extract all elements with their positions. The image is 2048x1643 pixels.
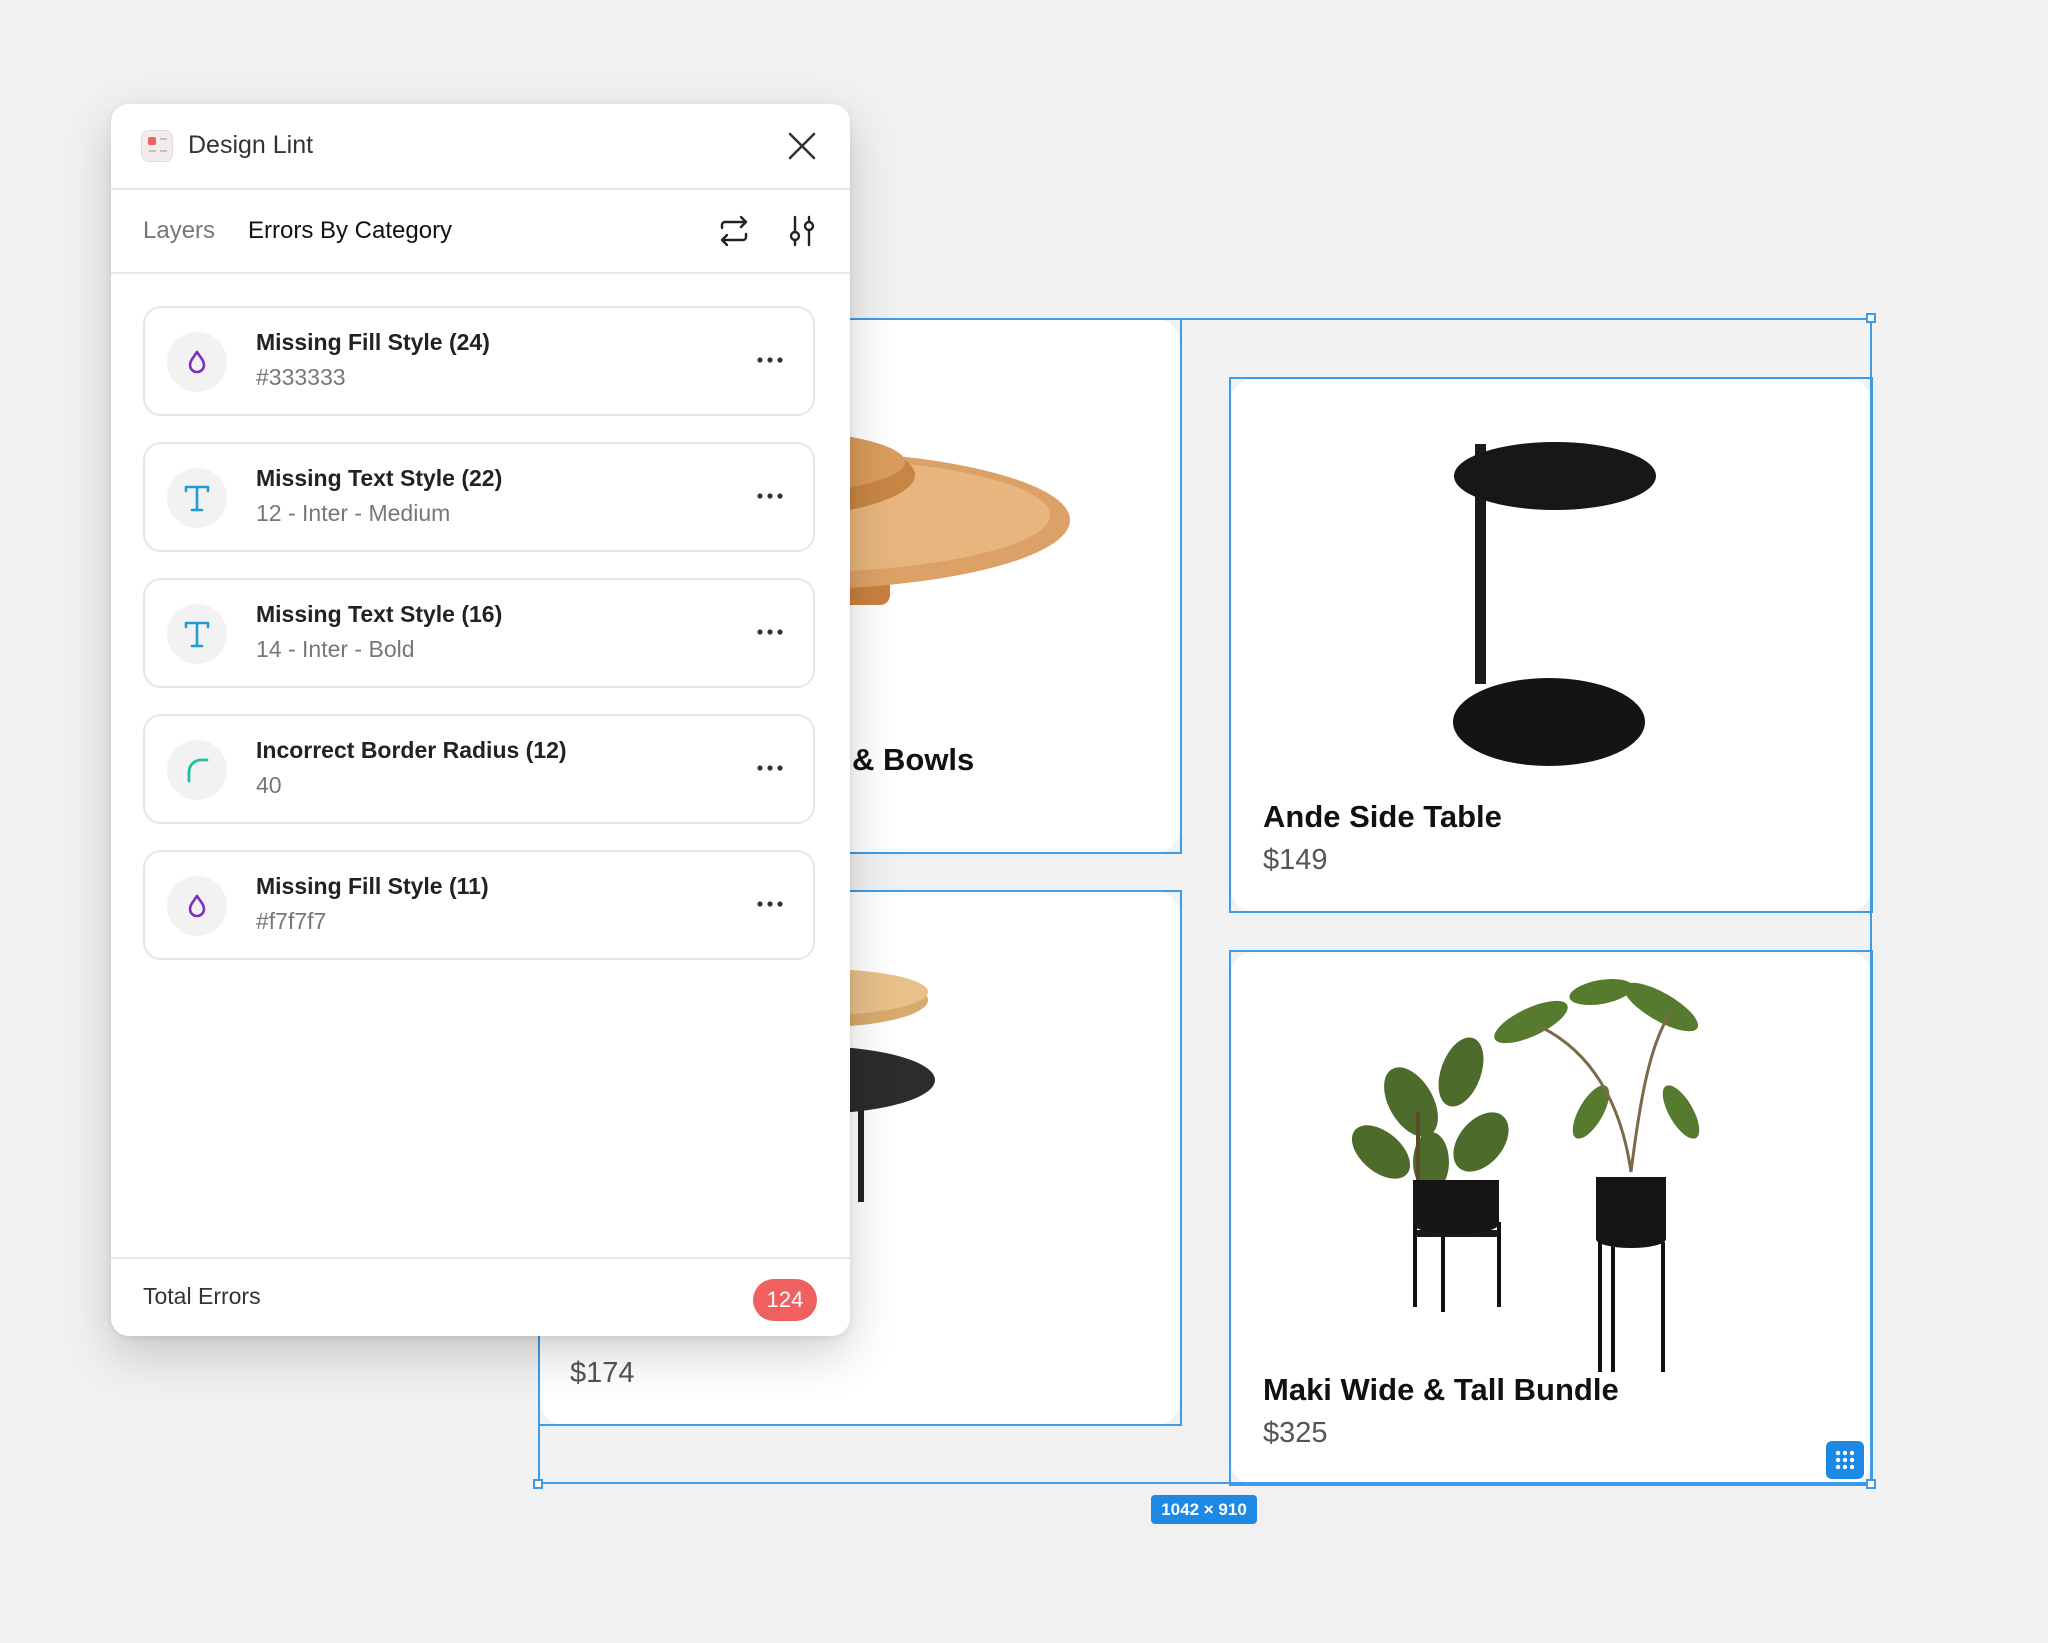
tab-errors-by-category[interactable]: Errors By Category	[248, 217, 452, 245]
more-options-button[interactable]	[755, 896, 785, 912]
grid-layout-button[interactable]	[1826, 1441, 1864, 1479]
selection-size-badge: 1042 × 910	[1151, 1495, 1257, 1524]
more-horizontal-icon	[757, 629, 783, 635]
design-lint-panel: Design Lint Layers Errors By Category Mi…	[111, 104, 850, 1336]
refresh-button[interactable]	[717, 214, 751, 248]
panel-header: Design Lint	[111, 104, 850, 190]
fill-drop-icon	[167, 332, 227, 392]
border-radius-icon	[167, 740, 227, 800]
error-detail: 14 - Inter - Bold	[256, 636, 415, 662]
error-detail: #333333	[256, 364, 346, 390]
error-title: Missing Fill Style (11)	[256, 873, 489, 899]
error-title: Missing Text Style (16)	[256, 601, 503, 627]
app-title: Design Lint	[188, 131, 314, 159]
more-horizontal-icon	[757, 765, 783, 771]
error-item-missing-fill-style[interactable]: Missing Fill Style (11) #f7f7f7	[143, 850, 815, 960]
tab-bar: Layers Errors By Category	[111, 190, 850, 274]
close-icon	[788, 132, 816, 160]
resize-handle-bottom-right[interactable]	[1866, 1479, 1876, 1489]
error-item-missing-text-style[interactable]: Missing Text Style (16) 14 - Inter - Bol…	[143, 578, 815, 688]
refresh-icon	[720, 215, 748, 247]
grid-dots-icon	[1835, 1450, 1855, 1470]
error-title: Incorrect Border Radius (12)	[256, 737, 567, 763]
error-title: Missing Fill Style (24)	[256, 329, 490, 355]
more-options-button[interactable]	[755, 624, 785, 640]
resize-handle-top-right[interactable]	[1866, 313, 1876, 323]
panel-footer: Total Errors 124	[111, 1257, 850, 1338]
close-button[interactable]	[787, 131, 817, 161]
error-item-incorrect-border-radius[interactable]: Incorrect Border Radius (12) 40	[143, 714, 815, 824]
more-options-button[interactable]	[755, 488, 785, 504]
error-detail: 12 - Inter - Medium	[256, 500, 451, 526]
fill-drop-icon	[167, 876, 227, 936]
text-icon	[167, 604, 227, 664]
error-detail: #f7f7f7	[256, 908, 327, 934]
error-detail: 40	[256, 772, 282, 798]
more-horizontal-icon	[757, 493, 783, 499]
settings-sliders-icon	[789, 215, 815, 247]
total-errors-badge: 124	[753, 1279, 817, 1321]
text-icon	[167, 468, 227, 528]
design-lint-logo-icon	[141, 130, 173, 162]
error-item-missing-text-style[interactable]: Missing Text Style (22) 12 - Inter - Med…	[143, 442, 815, 552]
resize-handle-bottom-left[interactable]	[533, 1479, 543, 1489]
tab-layers[interactable]: Layers	[143, 217, 215, 245]
error-item-missing-fill-style[interactable]: Missing Fill Style (24) #333333	[143, 306, 815, 416]
more-horizontal-icon	[757, 901, 783, 907]
more-options-button[interactable]	[755, 352, 785, 368]
more-horizontal-icon	[757, 357, 783, 363]
settings-button[interactable]	[785, 214, 819, 248]
more-options-button[interactable]	[755, 760, 785, 776]
error-title: Missing Text Style (22)	[256, 465, 503, 491]
total-errors-label: Total Errors	[143, 1283, 261, 1309]
